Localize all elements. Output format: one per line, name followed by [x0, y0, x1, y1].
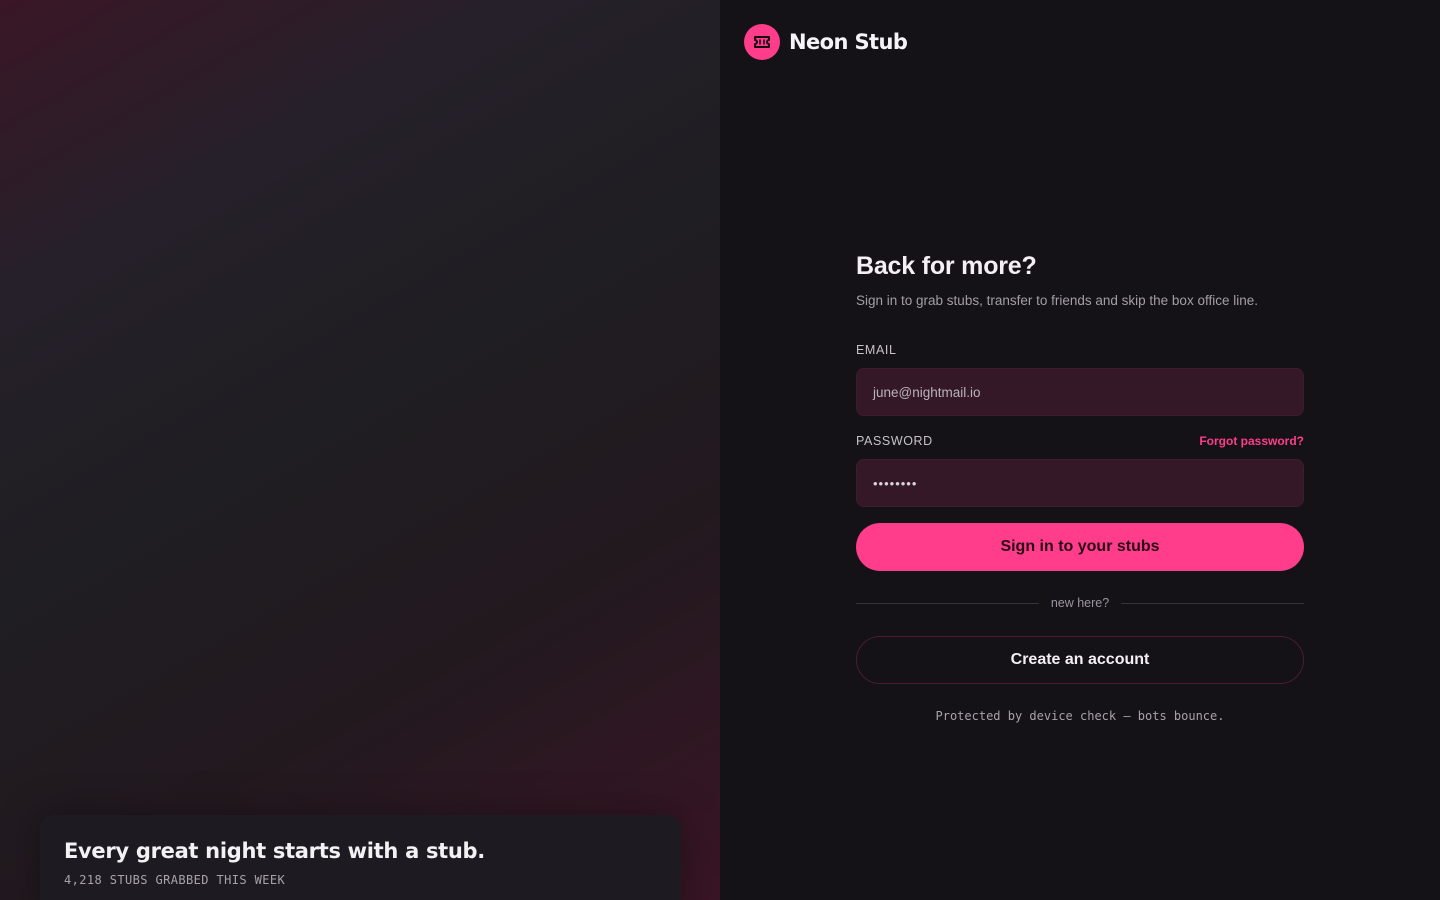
form-subtitle: Sign in to grab stubs, transfer to frien… — [856, 293, 1258, 308]
brand[interactable]: Neon Stub — [744, 24, 908, 60]
create-account-button[interactable]: Create an account — [856, 636, 1304, 684]
signin-panel: Neon Stub Back for more? Sign in to grab… — [720, 0, 1440, 900]
form-heading: Back for more? — [856, 252, 1037, 280]
hero-panel: Every great night starts with a stub. 4,… — [0, 0, 720, 900]
security-footnote: Protected by device check — bots bounce. — [935, 709, 1225, 723]
email-field[interactable]: june@nightmail.io — [856, 368, 1304, 416]
signin-form: Back for more? Sign in to grab stubs, tr… — [856, 252, 1304, 723]
forgot-password-link[interactable]: Forgot password? — [1199, 434, 1304, 448]
divider-line-left — [856, 602, 1039, 604]
divider: new here? — [856, 596, 1304, 610]
hero-card: Every great night starts with a stub. 4,… — [40, 815, 681, 900]
hero-stat: 4,218 STUBS GRABBED THIS WEEK — [64, 873, 286, 887]
email-value: june@nightmail.io — [873, 384, 981, 400]
brand-name: Neon Stub — [789, 30, 908, 54]
divider-line-right — [1121, 602, 1304, 604]
divider-text: new here? — [1050, 596, 1110, 610]
sign-in-button[interactable]: Sign in to your stubs — [856, 523, 1304, 571]
ticket-icon — [744, 24, 780, 60]
password-field[interactable]: •••••••• — [856, 459, 1304, 507]
password-label: PASSWORD — [856, 434, 933, 448]
password-label-row: PASSWORD Forgot password? — [856, 434, 1304, 448]
password-value: •••••••• — [873, 475, 918, 491]
hero-title: Every great night starts with a stub. — [64, 839, 485, 863]
email-label: EMAIL — [856, 343, 897, 357]
